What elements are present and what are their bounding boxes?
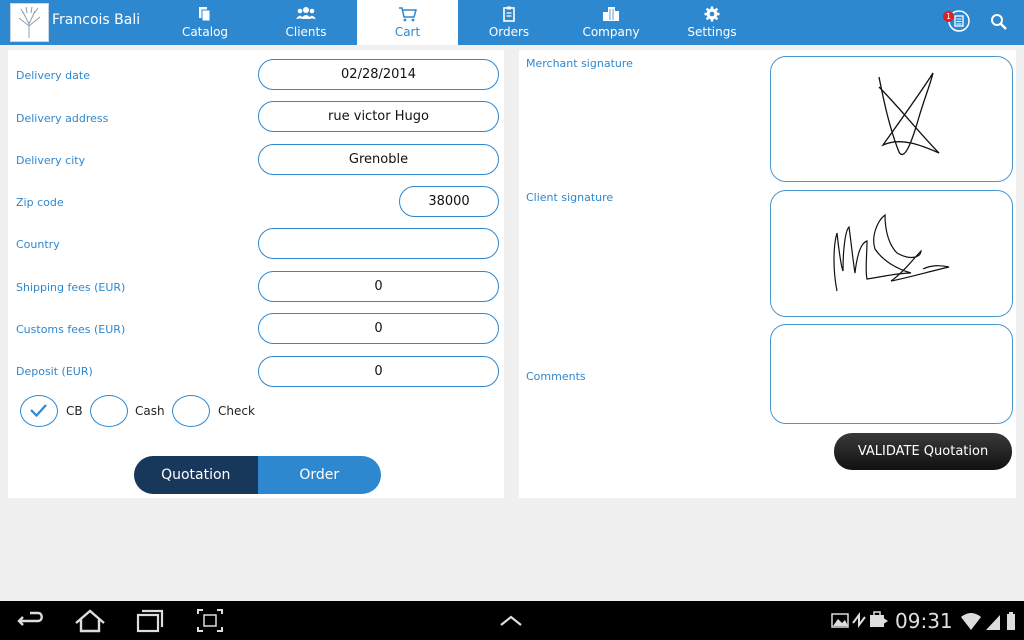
validate-quotation-button[interactable]: VALIDATE Quotation (834, 433, 1012, 470)
payment-cb-label: CB (66, 404, 83, 418)
comments-label: Comments (526, 370, 586, 383)
battery-icon (1007, 612, 1015, 630)
deposit-field[interactable]: 0 (258, 356, 499, 387)
country-label: Country (16, 238, 60, 251)
quotation-order-toggle: Quotation Order (134, 456, 381, 494)
app-title: Francois Bali (52, 12, 141, 28)
payment-cash-label: Cash (135, 404, 165, 418)
signal-icon (986, 615, 1000, 630)
app-header: Francois Bali Catalog Clients Cart Order… (0, 0, 1024, 45)
cart-icon (398, 7, 417, 22)
clock: 09:31 (895, 609, 953, 633)
deposit-label: Deposit (EUR) (16, 365, 93, 378)
company-icon (603, 7, 619, 21)
country-field[interactable] (258, 228, 499, 259)
orders-icon (503, 6, 515, 22)
notification-document-icon (948, 10, 970, 32)
shipping-fees-field[interactable]: 0 (258, 271, 499, 302)
shipping-fees-label: Shipping fees (EUR) (16, 281, 126, 294)
quotation-toggle-button[interactable]: Quotation (134, 456, 258, 494)
tab-label: Orders (488, 25, 530, 39)
merchant-signature-label: Merchant signature (526, 57, 633, 70)
customs-fees-label: Customs fees (EUR) (16, 323, 126, 336)
back-icon[interactable] (14, 601, 48, 640)
gallery-icon (831, 613, 849, 628)
delivery-address-label: Delivery address (16, 112, 109, 125)
delivery-city-label: Delivery city (16, 154, 86, 167)
search-icon (991, 14, 1007, 30)
app-logo (10, 3, 49, 42)
delivery-date-field[interactable]: 02/28/2014 (258, 59, 499, 90)
home-icon[interactable] (72, 601, 108, 640)
payment-check-label: Check (218, 404, 255, 418)
zip-code-label: Zip code (16, 196, 64, 209)
zip-code-field[interactable]: 38000 (399, 186, 499, 217)
wifi-icon (961, 613, 981, 630)
tab-cart[interactable]: Cart (357, 0, 458, 45)
client-signature-label: Client signature (526, 191, 614, 204)
checkmark-icon (30, 404, 47, 418)
delivery-address-field[interactable]: rue victor Hugo (258, 101, 499, 132)
tab-catalog[interactable]: Catalog (155, 0, 255, 45)
delivery-date-label: Delivery date (16, 69, 90, 82)
tab-label: Cart (394, 25, 421, 39)
payment-cash-checkbox[interactable] (90, 395, 128, 427)
sync-icon (852, 612, 866, 628)
system-navigation-bar: 09:31 (0, 601, 1024, 640)
catalog-icon (199, 7, 211, 22)
chevron-up-icon[interactable] (496, 601, 526, 640)
tab-label: Company (582, 25, 640, 39)
payment-cb-checkbox[interactable] (20, 395, 58, 427)
client-signature-pad[interactable] (770, 190, 1013, 317)
recent-apps-icon[interactable] (134, 601, 166, 640)
payment-check-checkbox[interactable] (172, 395, 210, 427)
merchant-signature-pad[interactable] (770, 56, 1013, 182)
customs-fees-field[interactable]: 0 (258, 313, 499, 344)
play-store-icon (879, 615, 888, 627)
tab-label: Settings (687, 25, 737, 39)
delivery-city-field[interactable]: Grenoble (258, 144, 499, 175)
tab-clients[interactable]: Clients (256, 0, 356, 45)
comments-field[interactable] (770, 324, 1013, 424)
clients-icon (296, 7, 316, 19)
client-signature-drawing (833, 213, 950, 292)
order-toggle-button[interactable]: Order (257, 456, 381, 494)
merchant-signature-drawing (878, 72, 940, 155)
tab-orders[interactable]: Orders (459, 0, 559, 45)
settings-icon (704, 6, 720, 22)
search-button[interactable] (982, 0, 1020, 45)
tab-label: Catalog (181, 25, 229, 39)
tab-label: Clients (285, 25, 327, 39)
notification-badge: 1 (943, 11, 954, 22)
tab-company[interactable]: Company (561, 0, 661, 45)
screenshot-icon[interactable] (194, 601, 226, 640)
notifications-button[interactable]: 1 (940, 0, 978, 45)
tab-settings[interactable]: Settings (662, 0, 762, 45)
